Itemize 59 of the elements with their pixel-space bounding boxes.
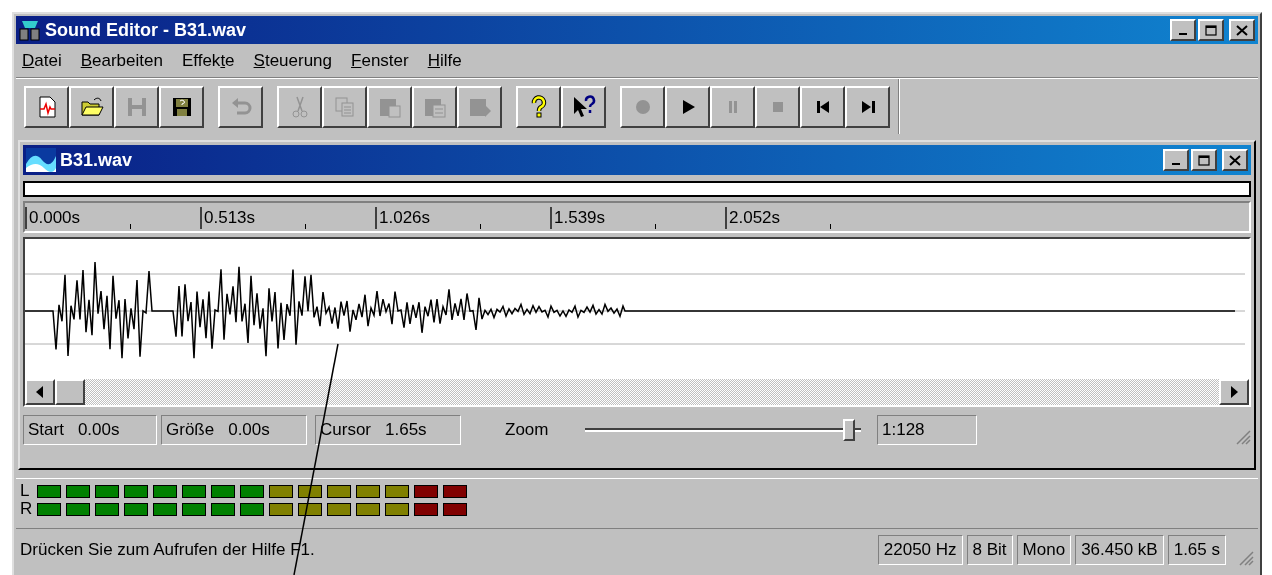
wave-picture-icon <box>26 148 56 172</box>
menu-item[interactable]: Steuerung <box>251 47 335 74</box>
left-arrow-icon <box>36 386 44 398</box>
status-field: 36.450 kB <box>1075 534 1164 565</box>
close-icon <box>1229 154 1241 166</box>
menu-item[interactable]: Effekte <box>179 47 237 74</box>
menu-item[interactable]: Bearbeiten <box>78 47 165 74</box>
channel-label: R <box>20 501 32 517</box>
toolbar-button[interactable] <box>800 85 845 128</box>
toolbar-button[interactable] <box>516 85 561 128</box>
maximize-icon <box>1205 24 1217 36</box>
zoom-reading: 1:128 <box>877 415 977 445</box>
status-field: Mono <box>1016 534 1072 565</box>
status-field: 1.65 s <box>1167 534 1226 565</box>
panel-value: 0.00s <box>228 419 270 442</box>
toolbar-button[interactable] <box>159 85 204 128</box>
status-field: 8 Bit <box>966 534 1013 565</box>
maximize-icon <box>1198 154 1210 166</box>
slider-thumb[interactable] <box>843 419 856 441</box>
ruler-label: 0.000s <box>25 207 81 229</box>
speaker-app-icon <box>19 19 41 41</box>
toolbar-button[interactable] <box>69 85 114 128</box>
scroll-right-button[interactable] <box>1219 379 1249 405</box>
menu-item[interactable]: Hilfe <box>425 47 464 74</box>
minimize-icon <box>1179 33 1187 35</box>
zoom-slider[interactable] <box>585 417 861 443</box>
minimize-button[interactable] <box>1163 149 1189 171</box>
horizontal-scrollbar[interactable] <box>25 379 1249 405</box>
toolbar-button[interactable] <box>24 85 69 128</box>
scroll-thumb[interactable] <box>55 379 85 405</box>
right-arrow-icon <box>1230 386 1238 398</box>
toolbar-button[interactable] <box>561 85 606 128</box>
panel-value: 0.00s <box>77 419 120 442</box>
ruler-label: 1.026s <box>375 207 431 229</box>
toolbar-button[interactable] <box>665 85 710 128</box>
close-button[interactable] <box>1229 19 1255 41</box>
panel-label: Cursor <box>320 419 371 442</box>
close-icon <box>1236 24 1248 36</box>
panel-label: Start <box>28 419 64 442</box>
window-title: Sound Editor - B31.wav <box>45 18 248 42</box>
ruler-label: 1.539s <box>550 207 606 229</box>
panel-value: 1.65s <box>385 419 427 442</box>
maximize-button[interactable] <box>1191 149 1217 171</box>
minimize-icon <box>1172 163 1180 165</box>
close-button[interactable] <box>1222 149 1248 171</box>
zoom-label: Zoom <box>505 419 550 442</box>
channel-label: L <box>20 483 31 499</box>
ruler-label: 0.513s <box>200 207 256 229</box>
menu-item[interactable]: Datei <box>20 47 64 74</box>
panel-label: Größe <box>166 419 215 442</box>
menu-item[interactable]: Fenster <box>349 47 411 74</box>
ruler-label: 2.052s <box>725 207 781 229</box>
maximize-button[interactable] <box>1198 19 1224 41</box>
minimize-button[interactable] <box>1170 19 1196 41</box>
status-field: 22050 Hz <box>877 534 963 565</box>
toolbar-button[interactable] <box>845 85 890 128</box>
scroll-left-button[interactable] <box>25 379 55 405</box>
document-title: B31.wav <box>60 148 134 172</box>
pause-icon <box>728 100 737 113</box>
